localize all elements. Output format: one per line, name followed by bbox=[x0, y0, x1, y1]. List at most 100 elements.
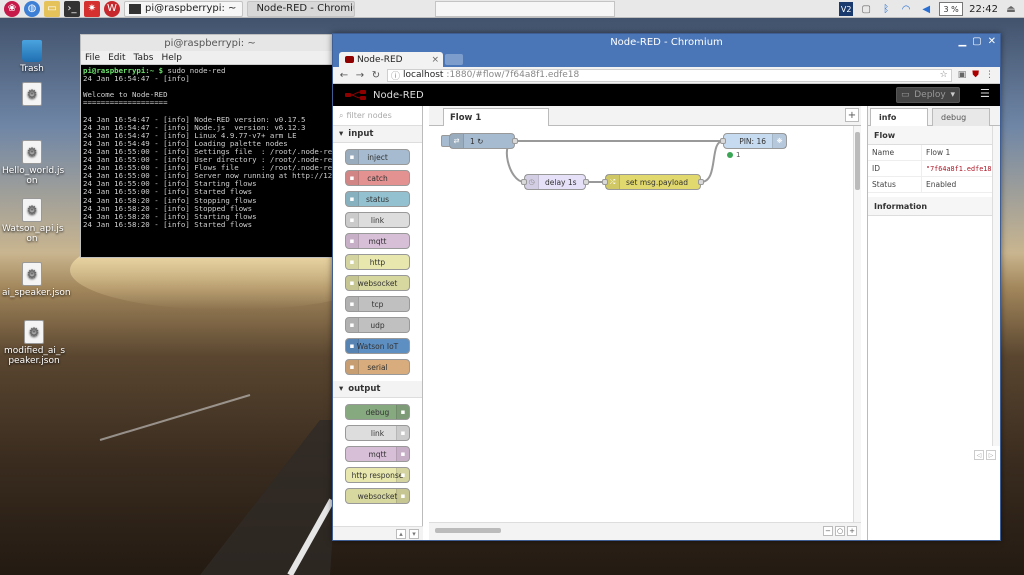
palette-node-output-mqtt[interactable]: ▪ mqtt bbox=[345, 446, 410, 462]
output-port[interactable] bbox=[698, 179, 704, 185]
sidebar-section-flow[interactable]: Flow bbox=[868, 126, 1000, 145]
output-port[interactable] bbox=[583, 179, 589, 185]
tab-flow-1[interactable]: Flow 1 bbox=[443, 108, 549, 126]
extension-icon[interactable]: ▣ bbox=[958, 70, 967, 80]
browser-tab-nodered[interactable]: Node-RED × bbox=[339, 52, 443, 67]
sidebar-prev-icon[interactable]: ◁ bbox=[974, 450, 984, 460]
terminal-output[interactable]: pi@raspberrypi:~ $ sudo node-red 24 Jan … bbox=[81, 65, 339, 257]
terminal-menu-file[interactable]: File bbox=[85, 53, 100, 63]
deploy-dropdown-icon[interactable]: ▾ bbox=[950, 90, 955, 100]
palette-node-input-http[interactable]: ▪ http bbox=[345, 254, 410, 270]
input-port[interactable] bbox=[720, 138, 726, 144]
palette-node-input-link[interactable]: ▪ link bbox=[345, 212, 410, 228]
palette-node-output-websocket[interactable]: ▪ websocket bbox=[345, 488, 410, 504]
desktop-icon-trash[interactable]: Trash bbox=[2, 40, 62, 74]
new-tab-button[interactable] bbox=[445, 54, 463, 65]
sidebar-section-information[interactable]: Information bbox=[868, 197, 1000, 216]
minimize-icon[interactable]: ▁ bbox=[958, 36, 966, 47]
flow-node-gpio-out[interactable]: PIN: 16 ❋ bbox=[720, 133, 787, 149]
wire-change-gpio[interactable] bbox=[700, 140, 724, 183]
close-icon[interactable]: ✕ bbox=[988, 36, 996, 47]
chromium-window[interactable]: Node-RED - Chromium ▁ ▢ ✕ Node-RED × ← →… bbox=[332, 33, 1001, 541]
clock[interactable]: 22:42 bbox=[969, 4, 998, 15]
node-type-icon: ▪ bbox=[396, 489, 409, 503]
input-port[interactable] bbox=[521, 179, 527, 185]
output-port[interactable] bbox=[512, 138, 518, 144]
terminal-menu-help[interactable]: Help bbox=[161, 53, 182, 63]
taskbar-task-terminal[interactable]: pi@raspberrypi: ~ bbox=[124, 0, 244, 17]
reload-icon[interactable]: ↻ bbox=[371, 70, 381, 81]
wifi-icon[interactable]: ◠ bbox=[899, 2, 913, 16]
input-port[interactable] bbox=[602, 179, 608, 185]
back-icon[interactable]: ← bbox=[339, 70, 349, 81]
palette-node-input-serial[interactable]: ▪ serial bbox=[345, 359, 410, 375]
sidebar-row-id: ID "7f64a8f1.edfe18" bbox=[868, 161, 1000, 177]
file-manager-icon[interactable]: ▭ bbox=[44, 0, 60, 17]
flow-node-inject[interactable]: ⇄ 1 ↻ bbox=[441, 133, 518, 149]
zoom-out-icon[interactable]: − bbox=[823, 526, 833, 536]
terminal-menu-tabs[interactable]: Tabs bbox=[134, 53, 154, 63]
tab-close-icon[interactable]: × bbox=[431, 55, 439, 65]
sidebar-next-icon[interactable]: ▷ bbox=[986, 450, 996, 460]
bookmark-star-icon[interactable]: ☆ bbox=[940, 70, 948, 80]
terminal-launcher-icon[interactable]: ›_ bbox=[64, 0, 80, 17]
palette-node-output-http-response[interactable]: ▪ http response bbox=[345, 467, 410, 483]
node-palette: ⌕ filter nodes ▾ input ▪ inject ▪ catch ▪ sta… bbox=[333, 106, 423, 540]
chrome-menu-icon[interactable]: ⋮ bbox=[985, 70, 994, 80]
inject-button-icon[interactable] bbox=[441, 135, 450, 147]
desktop-icon-ai-speaker[interactable]: ⚙ ai_speaker.json bbox=[2, 262, 71, 298]
terminal-menu-edit[interactable]: Edit bbox=[108, 53, 125, 63]
flow-node-delay[interactable]: ◷ delay 1s bbox=[521, 174, 589, 190]
bluetooth-icon[interactable]: ᛒ bbox=[879, 2, 893, 16]
palette-node-input-udp[interactable]: ▪ udp bbox=[345, 317, 410, 333]
flow-canvas[interactable]: ⇄ 1 ↻ ◷ delay 1s ⤮ set msg.payload PIN: … bbox=[429, 126, 861, 522]
forward-icon[interactable]: → bbox=[355, 70, 365, 81]
browser-launcher-icon[interactable]: ◍ bbox=[24, 0, 40, 17]
palette-node-input-catch[interactable]: ▪ catch bbox=[345, 170, 410, 186]
desktop-icon-hello-world[interactable]: ⚙ Hello_world.js on bbox=[2, 140, 64, 186]
terminal-window[interactable]: pi@raspberrypi: ~ File Edit Tabs Help pi… bbox=[80, 34, 340, 258]
flow-node-change[interactable]: ⤮ set msg.payload bbox=[602, 174, 704, 190]
sidebar-tab-debug[interactable]: debug bbox=[932, 108, 990, 126]
expand-all-icon[interactable]: ▾ bbox=[409, 528, 419, 539]
palette-node-input-status[interactable]: ▪ status bbox=[345, 191, 410, 207]
palette-node-input-tcp[interactable]: ▪ tcp bbox=[345, 296, 410, 312]
zoom-in-icon[interactable]: + bbox=[847, 526, 857, 536]
palette-node-input-inject[interactable]: ▪ inject bbox=[345, 149, 410, 165]
palette-node-input-mqtt[interactable]: ▪ mqtt bbox=[345, 233, 410, 249]
chromium-title-bar[interactable]: Node-RED - Chromium ▁ ▢ ✕ bbox=[333, 34, 1000, 50]
sidebar-scrollbar[interactable] bbox=[992, 126, 1000, 446]
canvas-horizontal-scrollbar[interactable]: − ○ + bbox=[429, 522, 861, 540]
volume-icon[interactable]: ◀ bbox=[919, 2, 933, 16]
raspberry-menu-icon[interactable]: ❀ bbox=[4, 0, 20, 17]
address-bar[interactable]: ⓘ localhost:1880/#flow/7f64a8f1.edfe18 ☆ bbox=[387, 68, 952, 82]
taskbar-task-chromium[interactable]: Node-RED - Chromium bbox=[247, 0, 356, 17]
palette-filter[interactable]: ⌕ filter nodes bbox=[333, 106, 422, 126]
desktop-icon-file-1[interactable]: ⚙ bbox=[2, 82, 62, 108]
maximize-icon[interactable]: ▢ bbox=[972, 36, 981, 47]
add-flow-button[interactable]: + bbox=[845, 108, 859, 122]
network-tray-icon[interactable]: ▢ bbox=[859, 2, 873, 16]
node-type-icon: ▪ bbox=[346, 213, 359, 227]
wolfram-icon[interactable]: W bbox=[104, 0, 120, 17]
vnc-icon[interactable]: V2 bbox=[839, 2, 854, 16]
palette-node-output-debug[interactable]: ▪ debug bbox=[345, 404, 410, 420]
mathematica-icon[interactable]: ✷ bbox=[84, 0, 100, 17]
raspberry-pi-icon: ❋ bbox=[772, 134, 786, 148]
collapse-all-icon[interactable]: ▴ bbox=[396, 528, 406, 539]
sidebar-tab-info[interactable]: info bbox=[870, 108, 928, 126]
desktop-icon-watson-api[interactable]: ⚙ Watson_api.js on bbox=[2, 198, 64, 244]
eject-icon[interactable]: ⏏ bbox=[1004, 2, 1018, 16]
deploy-button[interactable]: ▭ Deploy ▾ bbox=[896, 87, 960, 103]
palette-node-input-websocket[interactable]: ▪ websocket bbox=[345, 275, 410, 291]
palette-category-output[interactable]: ▾ output bbox=[333, 381, 422, 398]
terminal-title[interactable]: pi@raspberrypi: ~ bbox=[81, 35, 339, 51]
ublock-icon[interactable]: ⛊ bbox=[972, 70, 979, 80]
palette-node-input-watson-iot[interactable]: ▪ Watson IoT bbox=[345, 338, 410, 354]
palette-node-output-link[interactable]: ▪ link bbox=[345, 425, 410, 441]
desktop-icon-modified-ai-speaker[interactable]: ⚙ modified_ai_s peaker.json bbox=[4, 320, 65, 366]
canvas-vertical-scrollbar[interactable] bbox=[853, 126, 861, 522]
main-menu-icon[interactable]: ☰ bbox=[980, 88, 990, 99]
palette-category-input[interactable]: ▾ input bbox=[333, 126, 422, 143]
zoom-reset-icon[interactable]: ○ bbox=[835, 526, 845, 536]
